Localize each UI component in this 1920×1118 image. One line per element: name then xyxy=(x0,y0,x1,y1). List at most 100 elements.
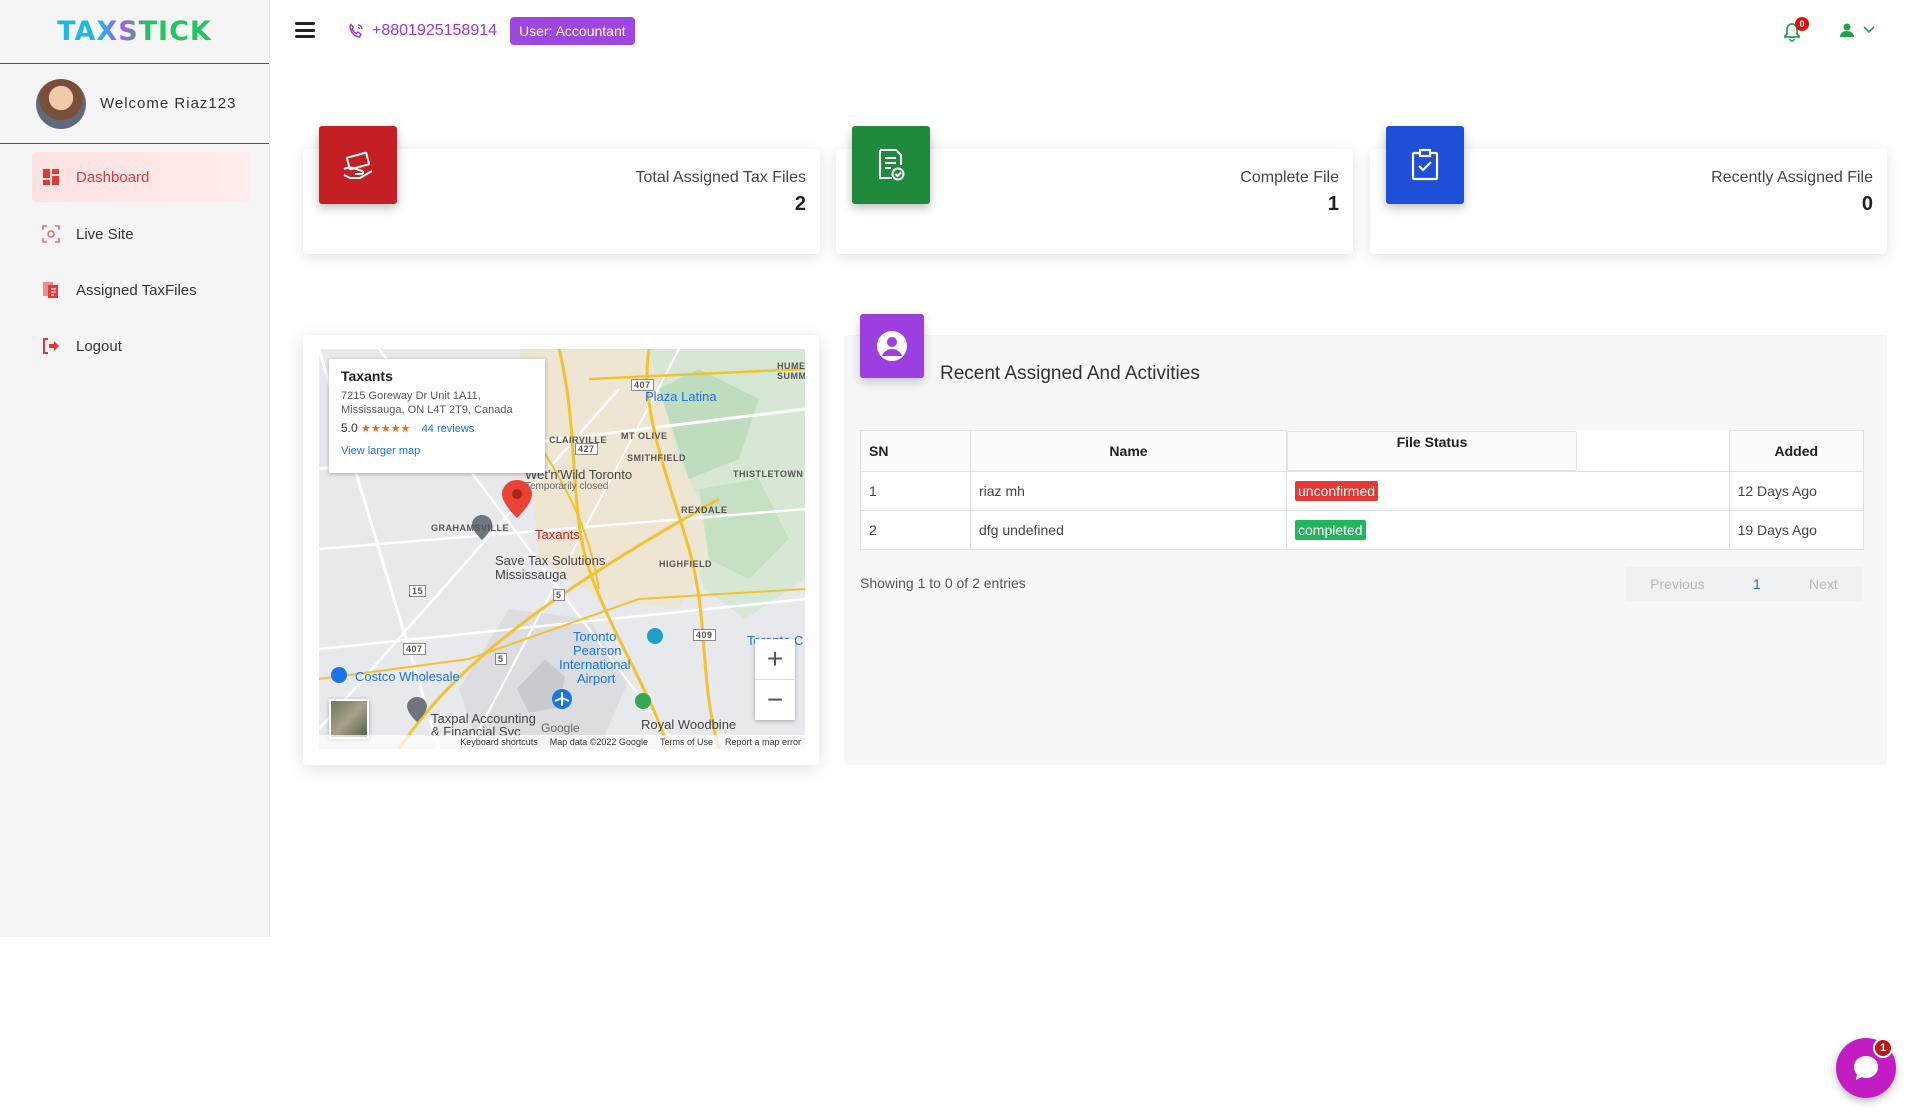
place-address-line2: Mississauga, ON L4T 2T9, Canada xyxy=(341,404,513,416)
map-label: HUME xyxy=(777,361,805,371)
map-label: REXDALE xyxy=(681,505,728,515)
table-row: 1 riaz mh unconfirmed 12 Days Ago xyxy=(860,470,1865,511)
map-label: SMITHFIELD xyxy=(627,453,686,463)
notification-count-badge: 0 xyxy=(1795,17,1809,31)
sidebar-item-label: Dashboard xyxy=(76,168,150,186)
cell-status: completed xyxy=(1286,509,1730,550)
recent-activity-card: Recent Assigned And Activities SN Name F… xyxy=(844,314,1887,765)
map-label: Taxants xyxy=(535,527,580,542)
map-data-text: Map data ©2022 Google xyxy=(549,737,648,747)
map-card: Plaza Latina CLAIRVILLE MT OLIVE SMITHFI… xyxy=(303,335,819,765)
status-badge: unconfirmed xyxy=(1295,480,1379,501)
sidebar-item-label: Assigned TaxFiles xyxy=(76,281,197,299)
zoom-out-button[interactable]: − xyxy=(755,680,795,720)
previous-page-button[interactable]: Previous xyxy=(1650,576,1704,592)
logo-text: TAXSTICK xyxy=(57,16,212,47)
dashboard-icon xyxy=(42,168,60,186)
stat-value: 2 xyxy=(794,193,806,215)
sidebar-item-logout[interactable]: Logout xyxy=(32,322,249,370)
place-name: Taxants xyxy=(341,368,393,384)
map-label: MT OLIVE xyxy=(621,431,668,441)
sidebar-item-label: Live Site xyxy=(76,225,134,243)
google-watermark: Google xyxy=(541,721,580,735)
cell-status: unconfirmed xyxy=(1286,470,1730,511)
map-label: Costco Wholesale xyxy=(355,669,460,684)
sidebar-item-label: Logout xyxy=(76,337,122,355)
report-error-link[interactable]: Report a map error xyxy=(725,737,801,747)
phone-contact[interactable]: +8801925158914 xyxy=(348,22,497,40)
user-circle-icon xyxy=(860,314,924,378)
stat-card-recently-assigned: Recently Assigned File 0 xyxy=(1370,126,1887,254)
column-header-sn[interactable]: SN xyxy=(860,430,971,472)
tax-files-icon xyxy=(42,281,60,299)
user-menu[interactable] xyxy=(1839,22,1875,38)
table-row: 2 dfg undefined completed 19 Days Ago xyxy=(860,509,1865,550)
sidebar-item-dashboard[interactable]: Dashboard xyxy=(32,152,249,202)
next-page-button[interactable]: Next xyxy=(1809,576,1838,592)
brand-logo[interactable]: TAXSTICK xyxy=(0,0,269,64)
cell-added: 19 Days Ago xyxy=(1728,509,1865,550)
terms-link[interactable]: Terms of Use xyxy=(660,737,713,747)
map-label: Temporarily closed xyxy=(525,481,609,492)
chevron-down-icon xyxy=(1863,26,1875,34)
map-label: Pearson xyxy=(573,643,622,658)
cell-sn: 1 xyxy=(860,470,971,511)
column-header-added[interactable]: Added xyxy=(1728,430,1865,472)
column-header-name[interactable]: Name xyxy=(970,430,1287,472)
welcome-panel: Welcome Riaz123 xyxy=(0,64,269,144)
place-rating: 5.0 ★★★★★ 44 reviews xyxy=(341,421,533,436)
map-label: Airport xyxy=(577,671,616,686)
menu-toggle-icon[interactable] xyxy=(295,22,315,38)
sidebar-item-live-site[interactable]: Live Site xyxy=(32,210,249,258)
map-label: 407 xyxy=(631,379,654,391)
stat-value: 1 xyxy=(1327,193,1339,215)
status-badge: completed xyxy=(1295,519,1366,540)
live-site-icon xyxy=(42,225,60,243)
rating-value: 5.0 xyxy=(341,421,358,435)
welcome-text: Welcome Riaz123 xyxy=(100,95,237,112)
map-label: Royal Woodbine xyxy=(641,717,737,732)
star-rating-icon: ★★★★★ xyxy=(361,423,411,435)
embedded-map[interactable]: Plaza Latina CLAIRVILLE MT OLIVE SMITHFI… xyxy=(319,349,805,749)
column-header-status[interactable]: File Status xyxy=(1287,430,1577,471)
table-info: Showing 1 to 0 of 2 entries xyxy=(860,575,1026,591)
sidebar-nav: Dashboard Live Site Assigned TaxFiles Lo… xyxy=(0,144,269,370)
stat-label: Complete File xyxy=(1240,169,1339,186)
map-label: 407 xyxy=(403,643,426,655)
user-role-badge: User: Accountant xyxy=(510,17,635,45)
sidebar-item-assigned-taxfiles[interactable]: Assigned TaxFiles xyxy=(32,266,249,314)
phone-number: +8801925158914 xyxy=(372,22,498,39)
money-hand-icon xyxy=(319,126,397,204)
chat-icon xyxy=(1854,1056,1878,1080)
page-1-button[interactable]: 1 xyxy=(1753,576,1761,592)
map-label: SUMM xyxy=(777,371,805,381)
keyboard-shortcuts-link[interactable]: Keyboard shortcuts xyxy=(460,737,538,747)
cell-added: 12 Days Ago xyxy=(1728,470,1865,511)
notification-bell[interactable]: 0 xyxy=(1783,17,1809,42)
cell-sn: 2 xyxy=(860,509,971,550)
sidebar: TAXSTICK Welcome Riaz123 Dashboard Live … xyxy=(0,0,270,937)
place-address-line1: 7215 Goreway Dr Unit 1A11, xyxy=(341,390,481,402)
cell-name: riaz mh xyxy=(970,470,1287,511)
zoom-in-button[interactable]: + xyxy=(755,639,795,679)
logout-icon xyxy=(42,337,60,355)
map-label: THISTLETOWN xyxy=(733,469,804,479)
map-label: Toronto xyxy=(573,629,617,644)
map-label: 5 xyxy=(495,653,507,665)
map-label: Plaza Latina xyxy=(645,389,717,404)
map-footer: Keyboard shortcuts Map data ©2022 Google… xyxy=(319,735,805,749)
activity-table: SN Name File Status Added 1 riaz mh unco… xyxy=(860,430,1865,550)
stat-card-complete-file: Complete File 1 xyxy=(836,126,1353,254)
view-larger-map-link[interactable]: View larger map xyxy=(341,444,533,458)
map-label: 427 xyxy=(575,443,598,455)
reviews-link[interactable]: 44 reviews xyxy=(422,423,475,435)
cell-name: dfg undefined xyxy=(970,509,1287,550)
pagination: Previous 1 Next xyxy=(1626,567,1862,601)
satellite-toggle-button[interactable] xyxy=(329,699,369,739)
map-zoom-control: + − xyxy=(755,639,795,720)
stat-label: Total Assigned Tax Files xyxy=(635,169,806,186)
stat-card-total-assigned: Total Assigned Tax Files 2 xyxy=(303,126,820,254)
map-label: 5 xyxy=(553,589,565,601)
user-icon xyxy=(1840,23,1854,37)
map-label: GRAHAMSVILLE xyxy=(431,523,509,533)
